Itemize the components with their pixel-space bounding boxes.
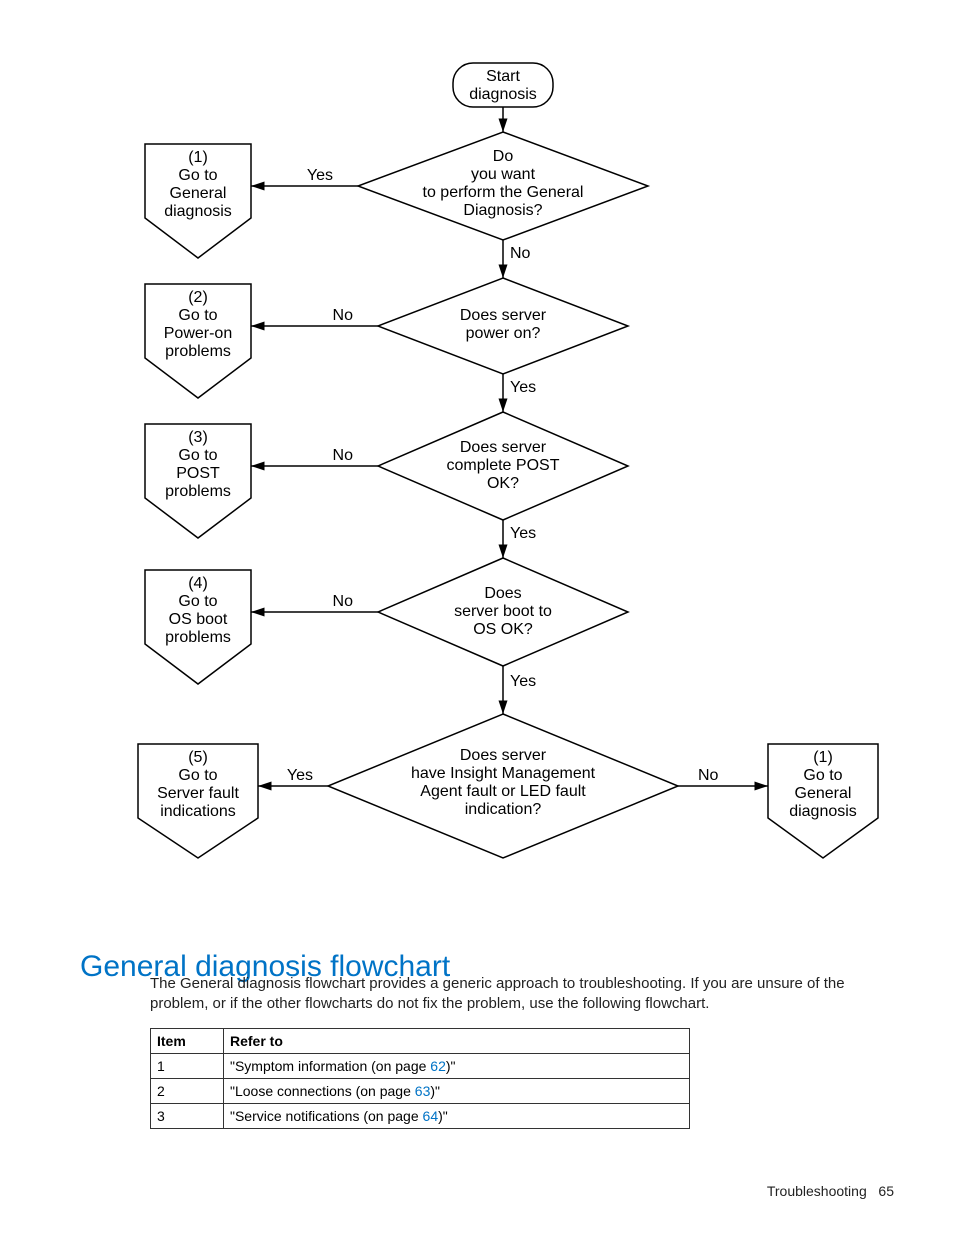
node-out3: (3) Go to POST problems (145, 424, 251, 538)
start-line2: diagnosis (469, 86, 537, 103)
edge-q3-yes: Yes (510, 525, 536, 542)
out1b-l3: General (795, 785, 852, 802)
node-out1: (1) Go to General diagnosis (145, 144, 251, 258)
q5-l2: have Insight Management (411, 765, 596, 782)
node-out2: (2) Go to Power-on problems (145, 284, 251, 398)
edge-q3-no: No (333, 447, 354, 464)
start-line1: Start (486, 68, 520, 85)
out5-l3: Server fault (157, 785, 239, 802)
q1-line4: Diagnosis? (463, 202, 542, 219)
q4-l1: Does (484, 585, 521, 602)
out1-l4: diagnosis (164, 203, 232, 220)
cell-ref: "Service notifications (on page 64)" (224, 1104, 690, 1129)
table-row: 3 "Service notifications (on page 64)" (151, 1104, 690, 1129)
out4-l3: OS boot (169, 611, 228, 628)
q1-line1: Do (493, 148, 514, 165)
edge-q2-no: No (333, 307, 354, 324)
edge-q1-no: No (510, 245, 531, 262)
q3-l2: complete POST (447, 457, 560, 474)
q5-l1: Does server (460, 747, 547, 764)
q4-l2: server boot to (454, 603, 552, 620)
q1-line3: to perform the General (423, 184, 584, 201)
node-out1b: (1) Go to General diagnosis (768, 744, 878, 858)
cell-ref: "Loose connections (on page 63)" (224, 1079, 690, 1104)
node-q3: Does server complete POST OK? (378, 412, 628, 520)
node-q2: Does server power on? (378, 278, 628, 374)
table-row: 1 "Symptom information (on page 62)" (151, 1054, 690, 1079)
q5-l3: Agent fault or LED fault (420, 783, 586, 800)
footer-page: 65 (878, 1183, 894, 1199)
out5-l1: (5) (188, 749, 208, 766)
out3-l4: problems (165, 483, 231, 500)
edge-q5-no: No (698, 767, 719, 784)
q1-line2: you want (471, 166, 536, 183)
out2-l3: Power-on (164, 325, 232, 342)
out2-l4: problems (165, 343, 231, 360)
out2-l1: (2) (188, 289, 208, 306)
edge-q4-yes: Yes (510, 673, 536, 690)
out1b-l2: Go to (803, 767, 842, 784)
page-link[interactable]: 62 (430, 1058, 446, 1074)
edge-q1-yes: Yes (307, 167, 333, 184)
cell-ref: "Symptom information (on page 62)" (224, 1054, 690, 1079)
node-out4: (4) Go to OS boot problems (145, 570, 251, 684)
th-ref: Refer to (224, 1029, 690, 1054)
node-out5: (5) Go to Server fault indications (138, 744, 258, 858)
q5-l4: indication? (465, 801, 542, 818)
edge-q4-no: No (333, 593, 354, 610)
out5-l4: indications (160, 803, 236, 820)
out1b-l1: (1) (813, 749, 833, 766)
th-item: Item (151, 1029, 224, 1054)
diagnosis-flowchart: Start diagnosis Do you want to perform t… (108, 58, 898, 908)
q2-l2: power on? (466, 325, 541, 342)
cell-item: 2 (151, 1079, 224, 1104)
out1-l1: (1) (188, 149, 208, 166)
footer-section: Troubleshooting (767, 1183, 867, 1199)
out1-l2: Go to (178, 167, 217, 184)
node-q1: Do you want to perform the General Diagn… (358, 132, 648, 240)
out3-l3: POST (176, 465, 220, 482)
node-q5: Does server have Insight Management Agen… (328, 714, 678, 858)
page: Start diagnosis Do you want to perform t… (0, 0, 954, 1235)
q4-l3: OS OK? (473, 621, 533, 638)
table-row: 2 "Loose connections (on page 63)" (151, 1079, 690, 1104)
out3-l1: (3) (188, 429, 208, 446)
q2-l1: Does server (460, 307, 547, 324)
out1-l3: General (170, 185, 227, 202)
reference-table: Item Refer to 1 "Symptom information (on… (150, 1028, 690, 1129)
page-link[interactable]: 64 (423, 1108, 439, 1124)
out5-l2: Go to (178, 767, 217, 784)
page-link[interactable]: 63 (415, 1083, 431, 1099)
out1b-l4: diagnosis (789, 803, 857, 820)
out4-l1: (4) (188, 575, 208, 592)
out4-l4: problems (165, 629, 231, 646)
section-body: The General diagnosis flowchart provides… (150, 974, 890, 1013)
q3-l1: Does server (460, 439, 547, 456)
node-q4: Does server boot to OS OK? (378, 558, 628, 666)
cell-item: 1 (151, 1054, 224, 1079)
edge-q5-yes: Yes (287, 767, 313, 784)
out3-l2: Go to (178, 447, 217, 464)
out4-l2: Go to (178, 593, 217, 610)
out2-l2: Go to (178, 307, 217, 324)
cell-item: 3 (151, 1104, 224, 1129)
page-footer: Troubleshooting 65 (767, 1183, 894, 1199)
node-start: Start diagnosis (453, 63, 553, 107)
q3-l3: OK? (487, 475, 519, 492)
edge-q2-yes: Yes (510, 379, 536, 396)
